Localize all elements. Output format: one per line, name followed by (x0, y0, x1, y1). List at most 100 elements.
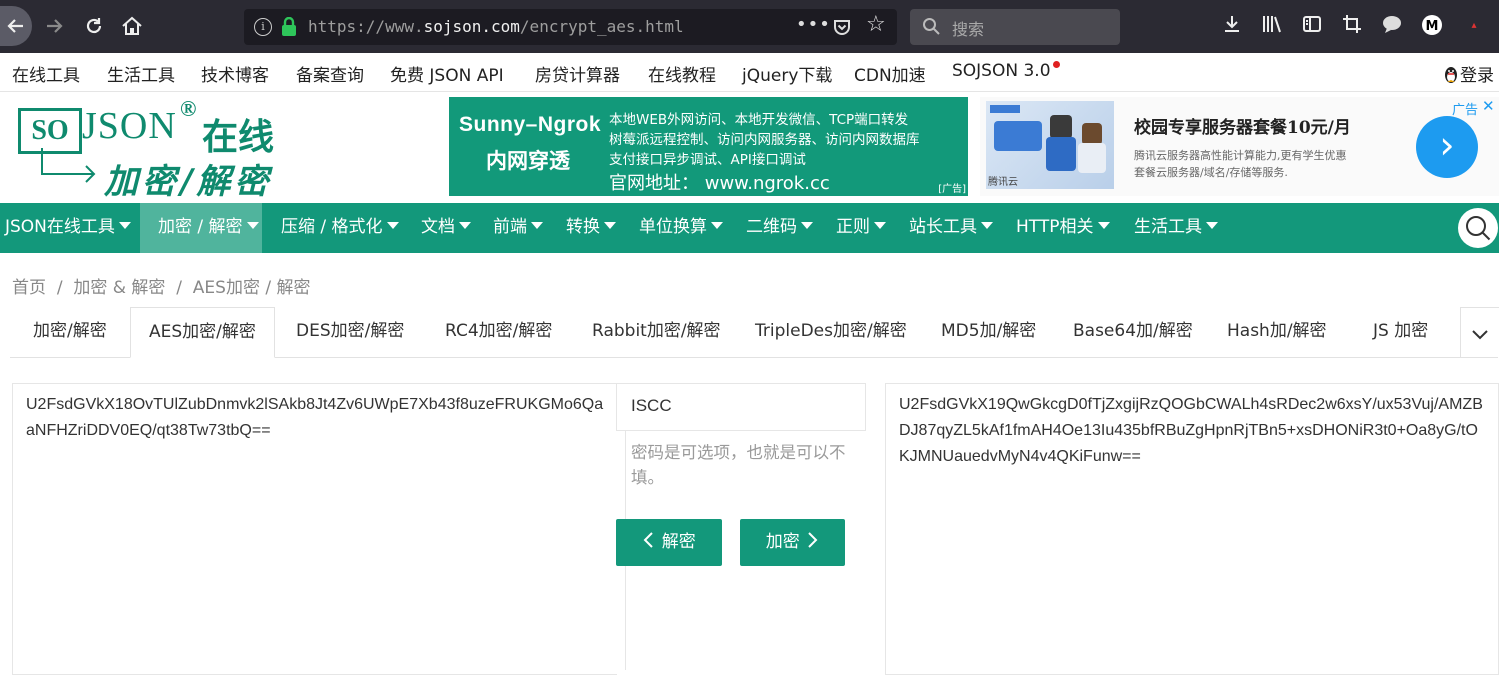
site-top-links: 在线工具 生活工具 技术博客 备案查询 免费 JSON API 房贷计算器 在线… (0, 53, 1499, 92)
site-search-button[interactable] (1458, 208, 1498, 248)
top-link-jquery-download[interactable]: jQuery下载 (742, 61, 832, 86)
tencent-cloud-ad[interactable]: 腾讯云 校园专享服务器套餐10元/月 腾讯云服务器高性能计算能力,更有学生优惠套… (980, 97, 1499, 196)
nav-convert[interactable]: 转换 (566, 203, 616, 253)
nav-regex[interactable]: 正则 (836, 203, 886, 253)
caret-down-icon (246, 222, 259, 229)
tab-aes[interactable]: AES加密/解密 (130, 307, 275, 358)
extension-flag-icon[interactable]: ▴ (1462, 14, 1486, 38)
ad2-go-button[interactable]: › (1416, 116, 1478, 178)
caret-down-icon (981, 222, 993, 229)
search-icon (923, 18, 940, 35)
top-link-free-json-api[interactable]: 免费 JSON API (390, 61, 504, 86)
tabs-more-button[interactable] (1460, 307, 1499, 357)
url-text[interactable]: https://www.sojson.com/encrypt_aes.html (308, 17, 684, 36)
extension-m-icon[interactable]: M (1420, 14, 1444, 38)
breadcrumb-encrypt-decrypt[interactable]: 加密 & 解密 (73, 278, 165, 298)
top-link-life-tools[interactable]: 生活工具 (107, 61, 175, 86)
caret-down-icon (874, 222, 886, 229)
login-link[interactable]: 登录 (1444, 61, 1494, 86)
ad2-brand: 腾讯云 (988, 177, 1018, 188)
top-link-tech-blog[interactable]: 技术博客 (201, 61, 269, 86)
top-link-online-tools[interactable]: 在线工具 (12, 61, 80, 86)
nav-unit-convert[interactable]: 单位换算 (639, 203, 723, 253)
downloads-icon[interactable] (1220, 14, 1244, 38)
library-icon[interactable] (1260, 14, 1284, 38)
input-textarea[interactable]: U2FsdGVkX18OvTUlZubDnmvk2lSAkb8Jt4Zv6UWp… (12, 383, 617, 675)
caret-down-icon (1206, 222, 1218, 229)
nav-frontend[interactable]: 前端 (493, 203, 543, 253)
caret-down-icon (531, 222, 543, 229)
password-hint: 密码是可选项，也就是可以不填。 (631, 443, 846, 487)
tab-encrypt-decrypt[interactable]: 加密/解密 (33, 307, 107, 356)
address-bar[interactable]: i https://www.sojson.com/encrypt_aes.htm… (244, 9, 897, 45)
lock-icon[interactable] (280, 17, 298, 37)
nav-http[interactable]: HTTP相关 (1016, 203, 1110, 253)
bookmark-star-icon[interactable]: ☆ (866, 12, 886, 37)
tab-tripledes[interactable]: TripleDes加密/解密 (755, 307, 907, 356)
nav-life-tools[interactable]: 生活工具 (1134, 203, 1218, 253)
caret-down-icon (386, 222, 399, 229)
top-link-mortgage-calculator[interactable]: 房贷计算器 (535, 61, 620, 86)
chevron-left-icon (643, 532, 654, 548)
breadcrumb-home[interactable]: 首页 (12, 278, 46, 298)
arrow-right-icon (47, 19, 63, 33)
tab-js-encrypt[interactable]: JS 加密 (1373, 307, 1428, 356)
sidebar-icon[interactable] (1300, 14, 1324, 38)
tab-base64[interactable]: Base64加/解密 (1073, 307, 1193, 356)
top-link-tutorials[interactable]: 在线教程 (648, 61, 716, 86)
browser-toolbar: i https://www.sojson.com/encrypt_aes.htm… (0, 0, 1499, 53)
nav-webmaster-tools[interactable]: 站长工具 (909, 203, 993, 253)
nav-qrcode[interactable]: 二维码 (746, 203, 813, 253)
encrypt-label: 加密 (765, 532, 800, 552)
home-icon (122, 16, 142, 35)
browser-search-box[interactable]: 搜索 (910, 9, 1120, 45)
output-textarea[interactable]: U2FsdGVkX19QwGkcgD0fTjZxgijRzQOGbCWALh4s… (885, 383, 1499, 675)
logo-online: 在线 (202, 116, 275, 158)
nav-encrypt-decrypt[interactable]: 加密 / 解密 (140, 203, 262, 253)
ad1-line: 支付接口异步调试、API接口调试 (609, 152, 806, 168)
caret-down-icon (711, 222, 723, 229)
tab-md5[interactable]: MD5加/解密 (941, 307, 1036, 356)
pocket-icon[interactable] (832, 17, 852, 37)
ad2-ad-label: 广告 (1452, 103, 1479, 118)
home-button[interactable] (114, 8, 150, 44)
nav-json-tools[interactable]: JSON在线工具 (5, 203, 131, 253)
encrypt-button[interactable]: 加密 (740, 519, 845, 566)
tab-rabbit[interactable]: Rabbit加密/解密 (592, 307, 721, 356)
arrow-left-icon (7, 19, 23, 33)
nav-docs[interactable]: 文档 (421, 203, 471, 253)
page-actions-menu[interactable]: ••• (796, 14, 831, 35)
reload-icon (86, 18, 102, 34)
url-path: /encrypt_aes.html (519, 17, 684, 36)
chat-bubble-icon[interactable] (1380, 14, 1404, 38)
back-button[interactable] (0, 6, 32, 46)
qq-penguin-icon (1445, 67, 1457, 83)
site-logo[interactable]: SO JSON ® 在线 加密/解密 (18, 96, 278, 202)
logo-subtitle: 加密/解密 (104, 162, 273, 202)
info-icon[interactable]: i (254, 18, 272, 36)
password-input[interactable]: ISCC (616, 383, 866, 431)
chevron-right-icon (808, 532, 818, 548)
new-badge-dot (1053, 61, 1060, 68)
breadcrumb: 首页 / 加密 & 解密 / AES加密 / 解密 (12, 278, 311, 298)
tab-rc4[interactable]: RC4加密/解密 (445, 307, 552, 356)
caret-down-icon (1097, 222, 1110, 229)
caret-down-icon (801, 222, 813, 229)
tab-des[interactable]: DES加密/解密 (296, 307, 404, 356)
top-link-icp-lookup[interactable]: 备案查询 (296, 61, 364, 86)
crop-screenshot-icon[interactable] (1340, 14, 1364, 38)
forward-button[interactable] (36, 8, 72, 44)
top-link-sojson-3[interactable]: SOJSON 3.0 (952, 61, 1051, 81)
nav-compress-format[interactable]: 压缩 / 格式化 (281, 203, 399, 253)
ad1-title: Sunny–Ngrok (459, 113, 602, 136)
url-prefix: https://www. (308, 17, 424, 36)
ad2-close-icon[interactable]: ✕ (1482, 97, 1495, 115)
tab-hash[interactable]: Hash加/解密 (1227, 307, 1327, 356)
ad1-line: 树莓派远程控制、访问内网服务器、访问内网数据库 (609, 132, 920, 148)
logo-json: JSON (82, 105, 177, 147)
top-link-cdn[interactable]: CDN加速 (854, 61, 926, 86)
ngrok-ad-banner[interactable]: Sunny–Ngrok 内网穿透 本地WEB外网访问、本地开发微信、TCP端口转… (449, 97, 968, 196)
reload-button[interactable] (76, 8, 112, 44)
decrypt-button[interactable]: 解密 (616, 519, 722, 566)
svg-text:M: M (1426, 19, 1439, 34)
